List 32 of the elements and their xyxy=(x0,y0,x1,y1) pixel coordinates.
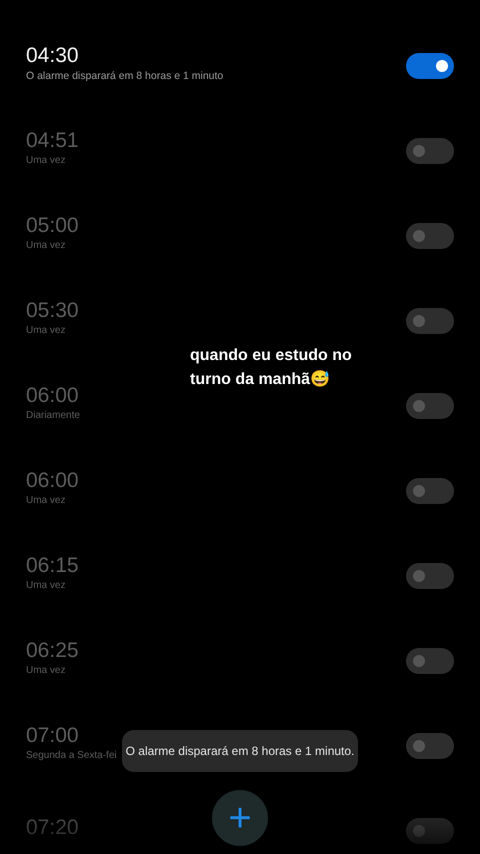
alarm-time: 07:00 xyxy=(26,722,80,748)
alarm-repeat-label: O alarme disparará em 8 horas e 1 minuto xyxy=(26,68,224,82)
alarm-time: 06:25 xyxy=(26,638,79,664)
toggle-switch[interactable] xyxy=(406,562,454,588)
alarm-repeat-label: Uma vez xyxy=(26,238,66,252)
add-alarm-button[interactable]: + xyxy=(212,790,268,846)
toggle-switch[interactable] xyxy=(406,52,454,78)
toggle-switch[interactable] xyxy=(406,818,454,844)
alarm-repeat-label: Uma vez xyxy=(26,664,66,678)
alarm-repeat-label: Uma vez xyxy=(26,154,66,168)
alarm-time: 04:51 xyxy=(26,128,79,154)
alarm-repeat-label: Uma vez xyxy=(26,578,66,592)
alarm-time: 06:00 xyxy=(26,382,80,408)
toggle-switch[interactable] xyxy=(406,648,454,674)
alarm-repeat-label: Diariamente xyxy=(26,408,80,422)
toggle-switch[interactable] xyxy=(406,392,454,418)
alarm-time: 04:30 xyxy=(26,42,80,68)
toggle-switch[interactable] xyxy=(406,478,454,504)
alarm-time: 06:00 xyxy=(26,468,79,494)
alarm-repeat-label: Segunda a Sexta-fei xyxy=(26,748,117,762)
alarm-repeat-label: Uma vez xyxy=(26,494,66,508)
toggle-switch[interactable] xyxy=(406,138,454,164)
caption-text: quando eu estudo no turno da manhã😅 xyxy=(190,346,353,390)
toggle-switch[interactable] xyxy=(406,732,454,758)
alarm-time: 07:20 xyxy=(26,814,79,840)
toggle-switch[interactable] xyxy=(406,222,454,248)
toggle-switch[interactable] xyxy=(406,308,454,334)
toast-message: O alarme disparará em 8 horas e 1 minuto. xyxy=(122,730,358,772)
alarm-time: 06:15 xyxy=(26,552,79,578)
alarm-time: 05:00 xyxy=(26,212,79,238)
alarm-repeat-label: Uma vez xyxy=(26,324,66,338)
alarm-time: 05:30 xyxy=(26,298,79,324)
